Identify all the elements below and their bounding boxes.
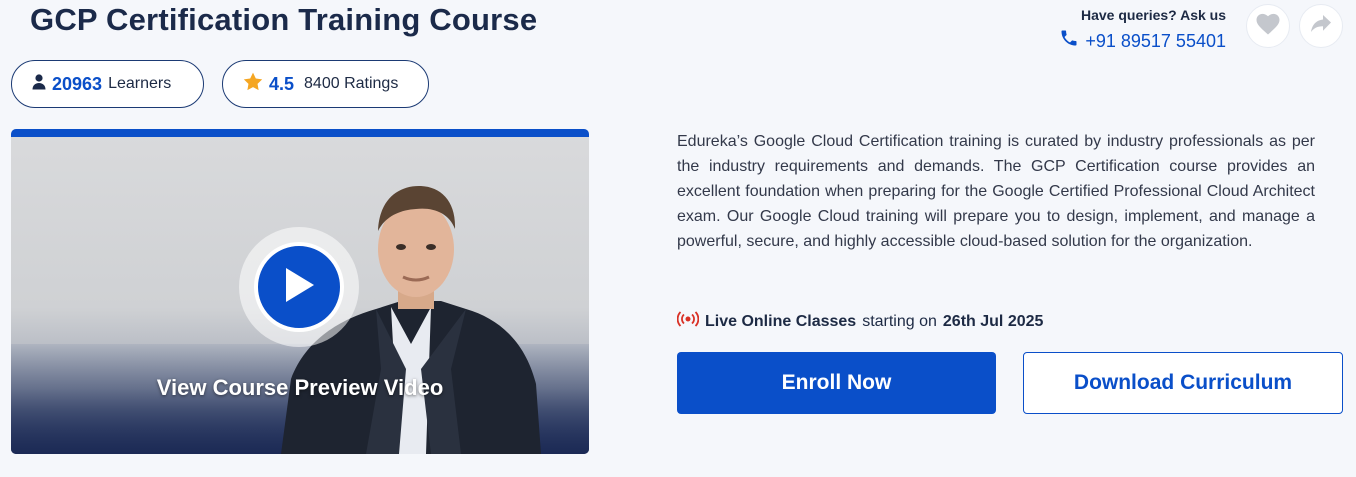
phone-icon	[1059, 28, 1079, 53]
play-icon	[282, 266, 316, 309]
live-classes-title: Live Online Classes	[705, 312, 857, 330]
live-broadcast-icon	[676, 311, 700, 332]
phone-number[interactable]: +91 89517 55401	[1085, 30, 1226, 52]
learners-label: Learners	[108, 75, 172, 92]
play-button-core[interactable]	[254, 242, 344, 332]
contact-label: Have queries? Ask us	[1081, 7, 1226, 23]
play-button[interactable]	[239, 227, 359, 347]
phone-link[interactable]: +91 89517 55401	[1050, 28, 1226, 53]
page-title: GCP Certification Training Course	[30, 2, 538, 37]
live-classes-date: 26th Jul 2025	[942, 312, 1044, 330]
ratings-count: 8400 Ratings	[304, 75, 399, 92]
learners-badge: 20963 Learners	[11, 60, 204, 108]
course-preview-video[interactable]: View Course Preview Video	[11, 129, 589, 454]
learners-count: 20963	[52, 73, 103, 94]
course-description: Edureka’s Google Cloud Certification tra…	[677, 133, 1315, 250]
star-icon	[243, 72, 263, 96]
enroll-now-button[interactable]: Enroll Now	[677, 352, 996, 414]
user-icon	[32, 73, 46, 95]
live-classes-middle: starting on	[862, 312, 937, 330]
share-button[interactable]	[1299, 4, 1343, 48]
rating-badge: 4.5 8400 Ratings	[222, 60, 429, 108]
share-icon	[1310, 14, 1332, 39]
download-curriculum-button[interactable]: Download Curriculum	[1023, 352, 1343, 414]
live-classes-info: Live Online Classes starting on 26th Jul…	[676, 311, 1044, 332]
heart-icon	[1256, 13, 1280, 40]
wishlist-button[interactable]	[1246, 4, 1290, 48]
rating-value: 4.5	[269, 73, 295, 94]
video-top-accent	[11, 129, 589, 137]
contact-block: Have queries? Ask us +91 89517 55401	[1050, 6, 1226, 53]
video-caption[interactable]: View Course Preview Video	[11, 375, 589, 401]
